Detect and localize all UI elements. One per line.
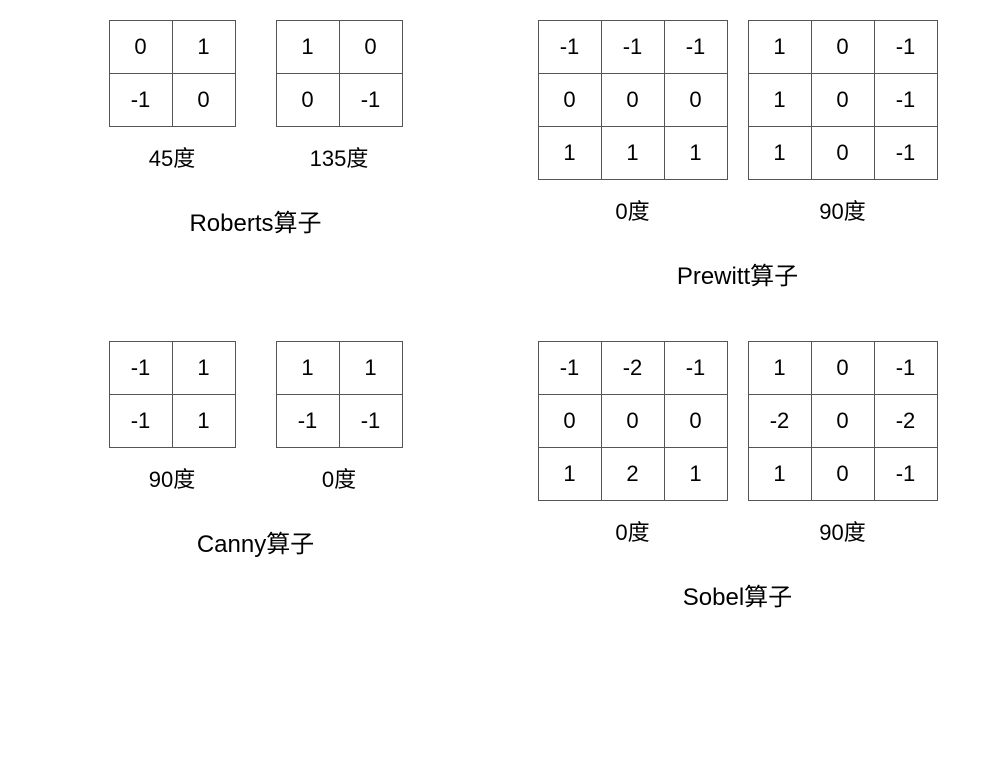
- group-name: Prewitt算子: [677, 256, 798, 291]
- cell: 0: [664, 74, 727, 127]
- cell: 1: [172, 395, 235, 448]
- kernel-matrix: -1-1-1 000 111: [538, 20, 728, 180]
- angle-label: 45度: [149, 141, 195, 173]
- kernel-block-90: 10-1 10-1 10-1 90度: [748, 20, 938, 226]
- kernel-block-45: 01 -10 45度: [109, 20, 236, 173]
- cell: -1: [664, 342, 727, 395]
- cell: -1: [339, 395, 402, 448]
- angle-label: 90度: [819, 194, 865, 226]
- angle-label: 0度: [615, 515, 649, 547]
- cell: 0: [811, 448, 874, 501]
- kernel-block-0: -1-1-1 000 111 0度: [538, 20, 728, 226]
- group-name: Canny算子: [197, 524, 314, 559]
- kernel-block-0: 11 -1-1 0度: [276, 341, 403, 494]
- kernel-matrix: 10-1 10-1 10-1: [748, 20, 938, 180]
- kernel-matrix: -11 -11: [109, 341, 236, 448]
- cell: 0: [811, 127, 874, 180]
- cell: 0: [811, 21, 874, 74]
- cell: 0: [811, 74, 874, 127]
- cell: -1: [874, 342, 937, 395]
- cell: 1: [276, 21, 339, 74]
- cell: 1: [339, 342, 402, 395]
- cell: -1: [109, 342, 172, 395]
- kernel-matrix: -1-2-1 000 121: [538, 341, 728, 501]
- kernel-matrix: 10 0-1: [276, 20, 403, 127]
- angle-label: 135度: [310, 141, 369, 173]
- group-roberts: 01 -10 45度 10 0-1 135度 Roberts算子: [10, 20, 495, 291]
- group-name: Roberts算子: [189, 203, 321, 238]
- cell: 1: [664, 448, 727, 501]
- operators-diagram: 01 -10 45度 10 0-1 135度 Roberts算子 -1-1-1 …: [0, 0, 1000, 632]
- cell: -1: [109, 395, 172, 448]
- kernel-block-135: 10 0-1 135度: [276, 20, 403, 173]
- cell: 0: [601, 395, 664, 448]
- cell: 1: [748, 342, 811, 395]
- cell: 1: [276, 342, 339, 395]
- group-name: Sobel算子: [683, 577, 792, 612]
- cell: -1: [538, 21, 601, 74]
- cell: 1: [601, 127, 664, 180]
- cell: -2: [748, 395, 811, 448]
- cell: 0: [811, 395, 874, 448]
- group-sobel: -1-2-1 000 121 0度 10-1 -20-2 10-1 90度 So…: [495, 341, 980, 612]
- cell: 1: [748, 127, 811, 180]
- cell: -1: [538, 342, 601, 395]
- kernel-block-90: 10-1 -20-2 10-1 90度: [748, 341, 938, 547]
- kernel-pair: -1-1-1 000 111 0度 10-1 10-1 10-1 90度: [538, 20, 938, 226]
- cell: 0: [276, 74, 339, 127]
- kernel-matrix: 11 -1-1: [276, 341, 403, 448]
- cell: -1: [874, 21, 937, 74]
- cell: 1: [538, 127, 601, 180]
- cell: 0: [811, 342, 874, 395]
- cell: 0: [601, 74, 664, 127]
- cell: -1: [601, 21, 664, 74]
- kernel-pair: 01 -10 45度 10 0-1 135度: [109, 20, 403, 173]
- cell: -1: [109, 74, 172, 127]
- kernel-block-90: -11 -11 90度: [109, 341, 236, 494]
- cell: -1: [874, 74, 937, 127]
- cell: -1: [874, 448, 937, 501]
- kernel-pair: -11 -11 90度 11 -1-1 0度: [109, 341, 403, 494]
- cell: 0: [172, 74, 235, 127]
- group-canny: -11 -11 90度 11 -1-1 0度 Canny算子: [10, 341, 495, 612]
- cell: 0: [538, 395, 601, 448]
- kernel-matrix: 10-1 -20-2 10-1: [748, 341, 938, 501]
- group-prewitt: -1-1-1 000 111 0度 10-1 10-1 10-1 90度 Pre…: [495, 20, 980, 291]
- cell: 1: [538, 448, 601, 501]
- cell: -2: [874, 395, 937, 448]
- cell: 0: [339, 21, 402, 74]
- angle-label: 90度: [819, 515, 865, 547]
- cell: -1: [874, 127, 937, 180]
- cell: 1: [748, 74, 811, 127]
- cell: 0: [109, 21, 172, 74]
- angle-label: 0度: [615, 194, 649, 226]
- cell: 2: [601, 448, 664, 501]
- cell: 1: [172, 342, 235, 395]
- cell: -1: [664, 21, 727, 74]
- kernel-matrix: 01 -10: [109, 20, 236, 127]
- kernel-pair: -1-2-1 000 121 0度 10-1 -20-2 10-1 90度: [538, 341, 938, 547]
- cell: 1: [172, 21, 235, 74]
- cell: 1: [748, 448, 811, 501]
- cell: -2: [601, 342, 664, 395]
- angle-label: 90度: [149, 462, 195, 494]
- cell: 1: [664, 127, 727, 180]
- angle-label: 0度: [322, 462, 356, 494]
- cell: 0: [664, 395, 727, 448]
- cell: 0: [538, 74, 601, 127]
- cell: -1: [276, 395, 339, 448]
- kernel-block-0: -1-2-1 000 121 0度: [538, 341, 728, 547]
- cell: 1: [748, 21, 811, 74]
- cell: -1: [339, 74, 402, 127]
